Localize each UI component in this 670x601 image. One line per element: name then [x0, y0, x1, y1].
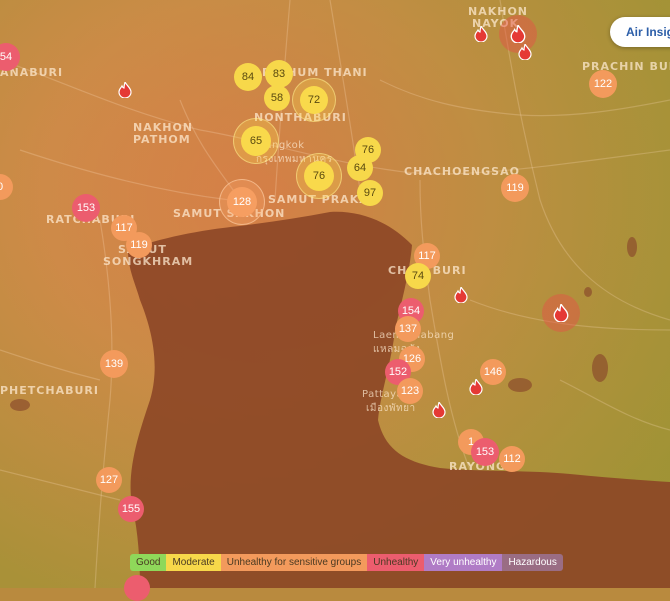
label-chachoengsao: CHACHOENGSAO	[404, 165, 520, 178]
aqi-marker[interactable]: 153	[72, 194, 100, 222]
aqi-marker[interactable]: 123	[397, 378, 423, 404]
legend-item: Hazardous	[502, 554, 563, 571]
legend-item: Moderate	[166, 554, 221, 571]
legend-item: Unhealthy for sensitive groups	[220, 554, 368, 571]
aqi-marker[interactable]: 83	[265, 60, 293, 88]
aqi-marker[interactable]: 97	[357, 180, 383, 206]
fire-icon[interactable]	[454, 286, 468, 304]
aqi-marker[interactable]: 122	[589, 70, 617, 98]
fire-icon[interactable]	[474, 25, 488, 43]
legend-item: Good	[130, 554, 167, 571]
fire-icon[interactable]	[432, 401, 446, 419]
aqi-marker[interactable]: 64	[347, 155, 373, 181]
aqi-marker[interactable]: 72	[292, 78, 336, 122]
aqi-marker[interactable]: 84	[234, 63, 262, 91]
aqi-marker[interactable]: 155	[118, 496, 144, 522]
aqi-marker[interactable]: 153	[471, 438, 499, 466]
aqi-marker[interactable]: 119	[126, 232, 152, 258]
aqi-marker[interactable]: 128	[219, 179, 265, 225]
legend-item: Unhealthy	[367, 554, 425, 571]
aqi-marker[interactable]: 146	[480, 359, 506, 385]
aqi-marker[interactable]: 58	[264, 85, 290, 111]
aqi-marker[interactable]: 76	[296, 153, 342, 199]
aqi-marker[interactable]: 127	[96, 467, 122, 493]
aqi-marker[interactable]: 74	[405, 263, 431, 289]
aqi-marker[interactable]: 119	[501, 174, 529, 202]
label-samut-songkhram-2: SONGKHRAM	[103, 255, 194, 268]
aqi-marker[interactable]: 65	[233, 118, 279, 164]
aqi-marker[interactable]: 139	[100, 350, 128, 378]
map-canvas[interactable]	[0, 0, 670, 588]
label-nakhon-pathom-2: PATHOM	[133, 133, 191, 146]
fire-icon[interactable]	[118, 81, 132, 99]
fire-icon[interactable]	[469, 378, 483, 396]
aqi-marker[interactable]	[124, 575, 150, 601]
label-phetchaburi: PHETCHABURI	[0, 384, 99, 397]
fire-icon[interactable]	[542, 294, 580, 332]
aqi-marker[interactable]: 112	[499, 446, 525, 472]
fire-icon[interactable]	[518, 43, 532, 61]
aqi-marker[interactable]: 137	[395, 316, 421, 342]
aqi-legend: Good Moderate Unhealthy for sensitive grou…	[130, 554, 563, 571]
air-insights-button[interactable]: Air Insig	[610, 17, 670, 47]
legend-item: Very unhealthy	[424, 554, 503, 571]
